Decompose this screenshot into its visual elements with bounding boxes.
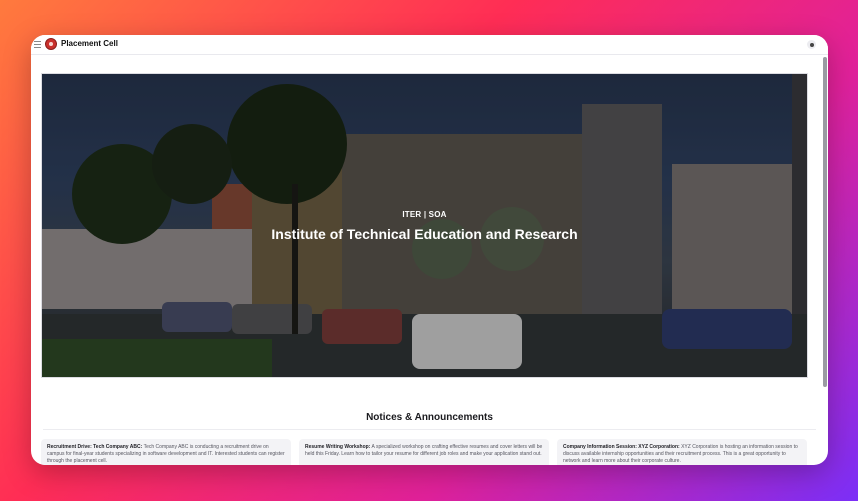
- notice-card[interactable]: Resume Writing Workshop: A specialized w…: [299, 439, 549, 465]
- notices-heading: Notices & Announcements: [366, 412, 493, 423]
- hero-kicker: ITER | SOA: [402, 210, 447, 219]
- top-bar: Placement Cell: [31, 35, 828, 55]
- institute-logo-icon: [45, 38, 57, 50]
- notice-title: Company Information Session: XYZ Corpora…: [563, 444, 680, 450]
- user-icon[interactable]: [807, 40, 816, 49]
- scrollbar[interactable]: [823, 57, 827, 387]
- menu-icon[interactable]: [34, 41, 41, 48]
- app-title: Placement Cell: [61, 39, 118, 48]
- notice-title: Recruitment Drive: Tech Company ABC:: [47, 444, 143, 450]
- notice-title: Resume Writing Workshop:: [305, 444, 371, 450]
- hero-title: Institute of Technical Education and Res…: [271, 226, 578, 242]
- notice-card[interactable]: Recruitment Drive: Tech Company ABC: Tec…: [41, 439, 291, 465]
- divider: [43, 429, 816, 430]
- hero-banner: ITER | SOA Institute of Technical Educat…: [41, 73, 808, 378]
- app-window: Placement Cell ITER | SOA Institute of T…: [31, 35, 828, 465]
- notice-card[interactable]: Company Information Session: XYZ Corpora…: [557, 439, 807, 465]
